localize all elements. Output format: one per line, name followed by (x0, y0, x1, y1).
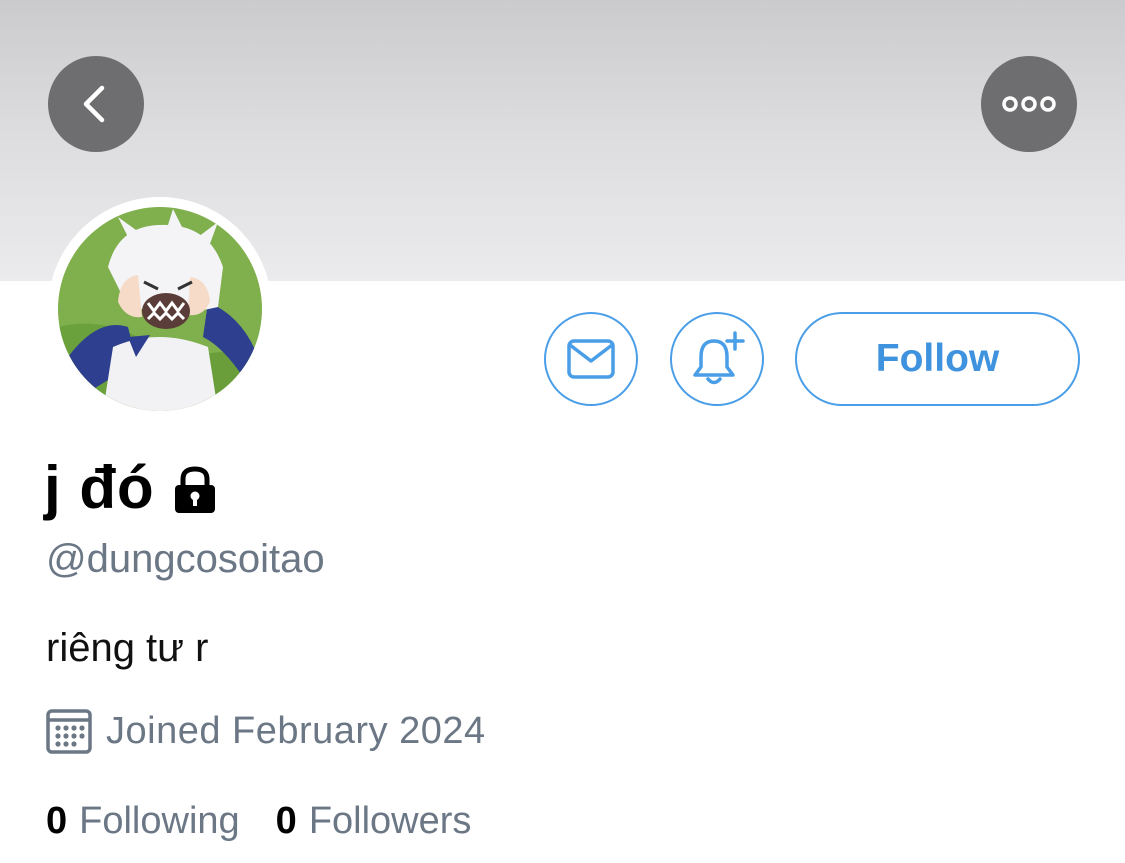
avatar-image (58, 207, 262, 411)
followers-label: Followers (308, 799, 472, 842)
calendar-icon (46, 709, 92, 754)
follow-stats: 0 Following 0 Followers (46, 796, 471, 846)
more-options-button[interactable] (981, 56, 1077, 152)
username-handle: @dungcosoitao (46, 537, 325, 581)
back-button[interactable] (48, 56, 144, 152)
bell-plus-icon (693, 331, 745, 385)
profile-page: Follow j đó @dungcosoitao riêng tư r Joi… (0, 0, 1125, 863)
follow-button[interactable]: Follow (795, 312, 1080, 406)
following-link[interactable]: 0 Following (46, 800, 240, 843)
followers-count: 0 (275, 799, 297, 842)
joined-date: Joined February 2024 (106, 709, 486, 752)
lock-icon (174, 466, 215, 513)
avatar[interactable] (48, 197, 272, 421)
profile-bio: riêng tư r (46, 626, 209, 670)
notifications-button[interactable] (670, 312, 764, 406)
following-count: 0 (46, 799, 68, 842)
chevron-left-icon (83, 85, 105, 123)
display-name-row: j đó (44, 450, 219, 524)
message-button[interactable] (544, 312, 638, 406)
more-horizontal-icon (1002, 96, 1056, 112)
mail-icon (567, 339, 615, 379)
display-name: j đó (44, 453, 155, 521)
following-label: Following (79, 799, 240, 842)
joined-date-row: Joined February 2024 (46, 706, 486, 756)
followers-link[interactable]: 0 Followers (276, 800, 472, 843)
